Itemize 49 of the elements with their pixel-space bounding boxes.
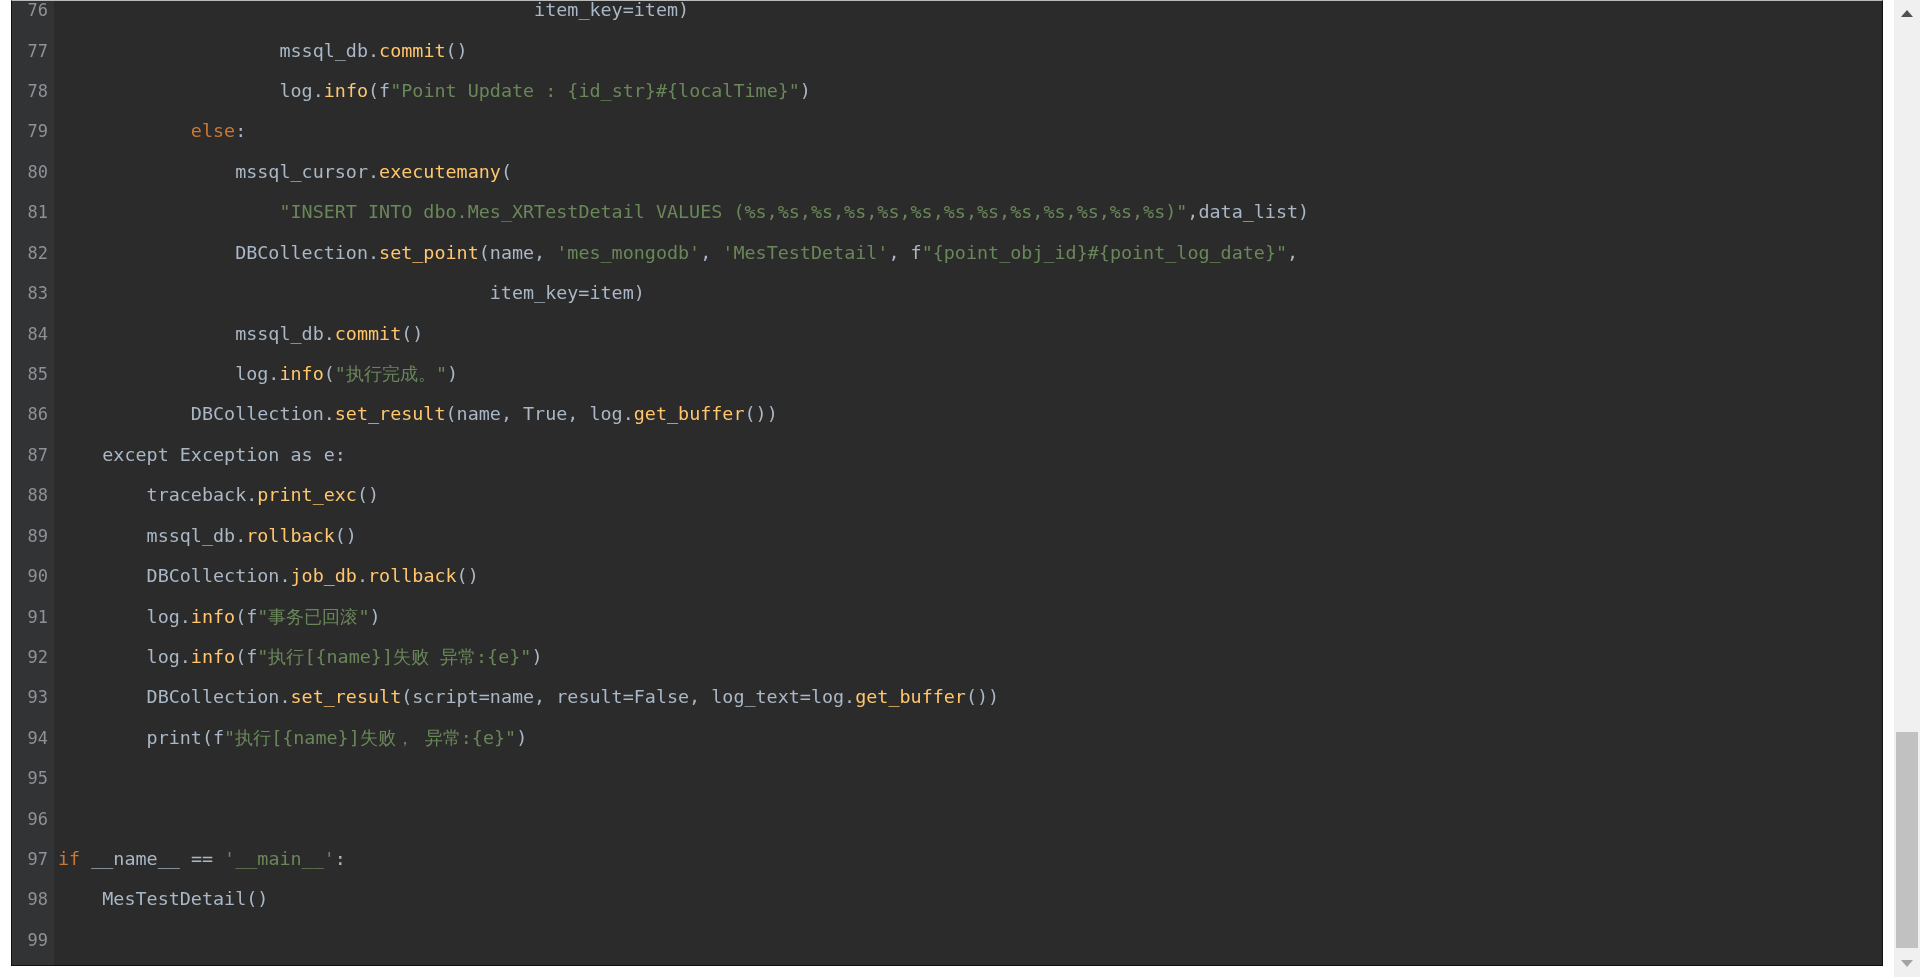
line-number: 99 [26, 929, 48, 950]
code-line: else: [190, 119, 247, 144]
line-number: 97 [26, 849, 48, 870]
code-line: traceback.print_exc() [146, 483, 380, 508]
code-line: if __name__ == '__main__': [58, 847, 346, 872]
code-line: print(f"执行[{name}]失败， 异常:{e}") [146, 725, 528, 750]
line-number: 80 [26, 161, 48, 182]
code-line: item_key=item) [534, 1, 690, 23]
code-line: DBCollection.job_db.rollback() [146, 564, 479, 589]
line-number: 82 [26, 242, 48, 263]
code-line: "INSERT INTO dbo.Mes_XRTestDetail VALUES (%s,%s,%s,%s,%s,%s,%s,%s,%s,%s,%s,%s,%s)",data_list) [279, 200, 1310, 225]
line-number: 84 [26, 323, 48, 344]
line-number: 86 [26, 404, 48, 425]
code-line: mssql_db.commit() [235, 321, 424, 346]
code-line: log.info("执行完成。") [235, 362, 459, 386]
line-number: 95 [26, 768, 48, 789]
code-line: DBCollection.set_point(name, 'mes_mongodb', 'MesTestDetail', f"{point_obj_id}#{point_log_date}", [235, 240, 1299, 265]
code-line: MesTestDetail() [102, 887, 269, 912]
scrollbar-thumb[interactable] [1896, 732, 1918, 948]
code-line: mssql_db.commit() [279, 38, 468, 63]
line-number: 91 [26, 606, 48, 627]
line-number: 89 [26, 525, 48, 546]
line-number: 87 [26, 444, 48, 465]
code-line: except Exception as e: [102, 442, 346, 467]
line-number: 77 [26, 40, 48, 61]
line-number: 96 [26, 808, 48, 829]
line-number: 98 [26, 889, 48, 910]
line-number: 78 [26, 81, 48, 102]
line-number: 85 [26, 364, 48, 384]
line-number: 90 [26, 566, 48, 587]
line-number: 79 [26, 121, 48, 142]
line-number: 92 [26, 646, 48, 667]
line-number: 81 [26, 202, 48, 223]
code-line: DBCollection.set_result(name, True, log.get_buffer()) [190, 402, 778, 427]
line-number: 88 [26, 485, 48, 506]
line-number: 76 [26, 1, 48, 21]
code-line: mssql_cursor.executemany( [235, 159, 512, 184]
scroll-down-icon[interactable] [1901, 960, 1913, 967]
line-number: 83 [26, 283, 48, 304]
scrollbar[interactable] [1894, 0, 1920, 977]
code-line: mssql_db.rollback() [146, 523, 357, 548]
scroll-up-icon[interactable] [1901, 10, 1913, 17]
code-line: item_key=item) [489, 281, 645, 306]
code-line: log.info(f"Point Update : {id_str}#{localTime}") [279, 79, 811, 104]
code-line: log.info(f"事务已回滚") [146, 604, 381, 629]
code-line: DBCollection.set_result(script=name, result=False, log_text=log.get_buffer()) [146, 685, 1000, 710]
line-number: 93 [26, 687, 48, 708]
line-number: 94 [26, 727, 48, 748]
code-line: log.info(f"执行[{name}]失败 异常:{e}") [146, 644, 543, 669]
